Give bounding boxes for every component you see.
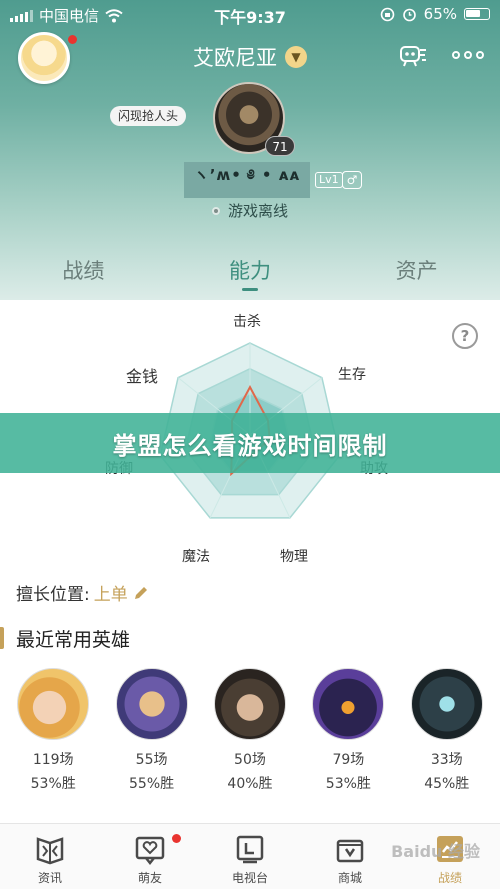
lv-tag: Lv1 [315,172,343,188]
nav-tv[interactable]: 电视台 [200,824,300,889]
hero-winrate: 55%胜 [129,776,175,792]
nav-news[interactable]: 资讯 [0,824,100,889]
battery-icon [464,8,490,20]
hero-card[interactable]: 79场 53%胜 [308,668,388,796]
server-name-label: 艾欧尼亚 [193,46,277,70]
recent-heroes-list: 119场 53%胜 55场 55%胜 50场 40%胜 79场 53%胜 33场… [0,668,500,796]
profile-header: 中国电信 下午9:37 65% 艾欧尼亚 ▼ 闪现抢人头 71 ヽ’ʍ• ༅ •… [0,0,500,300]
alarm-icon [402,8,416,21]
nav-friends[interactable]: 萌友 [100,824,200,889]
tv-icon [236,835,264,864]
hero-winrate: 53%胜 [30,776,76,792]
hero-card[interactable]: 33场 45%胜 [407,668,487,796]
tab-record[interactable]: 战绩 [0,255,167,295]
hero-portrait [213,668,286,740]
gender-icon: ♂ [342,171,362,189]
more-options-icon[interactable] [452,48,486,62]
watermark: Bai​du 经验 [391,842,480,861]
nav-store[interactable]: 商城 [300,824,400,889]
hero-portrait [312,668,385,740]
hero-games: 33场 [430,752,463,768]
recent-heroes-header: 最近常用英雄 [0,625,130,651]
status-bar: 中国电信 下午9:37 65% [0,0,500,28]
hero-card[interactable]: 50场 40%胜 [210,668,290,796]
section-title: 最近常用英雄 [16,628,131,651]
player-level-badge: 71 [265,136,295,156]
active-tab-indicator [242,288,258,291]
tab-ability[interactable]: 能力 [167,255,334,295]
hero-card[interactable]: 55场 55%胜 [112,668,192,796]
news-icon [36,837,64,865]
nav-label: 商城 [337,871,362,885]
tab-assets[interactable]: 资产 [333,255,500,295]
nav-label: 萌友 [137,871,162,885]
preferred-position: 擅长位置: 上单 [16,580,150,605]
pencil-icon[interactable] [132,584,150,602]
nav-label: 资讯 [37,871,62,885]
rotation-lock-icon [380,7,394,21]
tab-ability-label: 能力 [229,259,271,283]
section-accent-bar [0,627,4,649]
position-label: 擅长位置: [16,585,90,605]
radar-label-kill: 击杀 [233,314,261,330]
hero-portrait [17,668,90,740]
hero-card[interactable]: 119场 53%胜 [13,668,93,796]
radar-label-survive: 生存 [338,367,366,383]
article-title-banner: 掌盟怎么看游戏时间限制 [0,413,500,473]
hero-winrate: 45%胜 [424,776,470,792]
store-icon [336,839,364,863]
hero-winrate: 40%胜 [227,776,273,792]
radar-label-magic: 魔法 [182,549,210,565]
hero-games: 55场 [135,752,168,768]
online-status: 游戏离线 [0,200,500,221]
friends-icon [135,836,165,866]
status-dot [211,206,220,215]
radar-label-physical: 物理 [280,549,308,565]
hero-portrait [410,668,483,740]
notification-badge [172,834,181,843]
profile-tabs: 战绩 能力 资产 [0,255,500,295]
hero-portrait [115,668,188,740]
help-icon[interactable]: ? [452,323,478,349]
hero-games: 119场 [32,752,74,768]
player-name: ヽ’ʍ• ༅ • ᴀᴀ [184,162,310,198]
player-tag: 闪现抢人头 [110,106,187,126]
robot-icon[interactable] [398,42,428,68]
nav-label: 战绩 [437,871,462,885]
hero-games: 50场 [234,752,266,768]
battery-percent: 65% [423,5,457,23]
hero-winrate: 53%胜 [325,776,371,792]
online-status-label: 游戏离线 [227,202,288,220]
radar-label-money: 金钱 [126,367,159,386]
nav-label: 电视台 [231,871,268,885]
chevron-down-icon: ▼ [285,46,307,68]
hero-games: 79场 [332,752,365,768]
position-value: 上单 [93,585,128,605]
